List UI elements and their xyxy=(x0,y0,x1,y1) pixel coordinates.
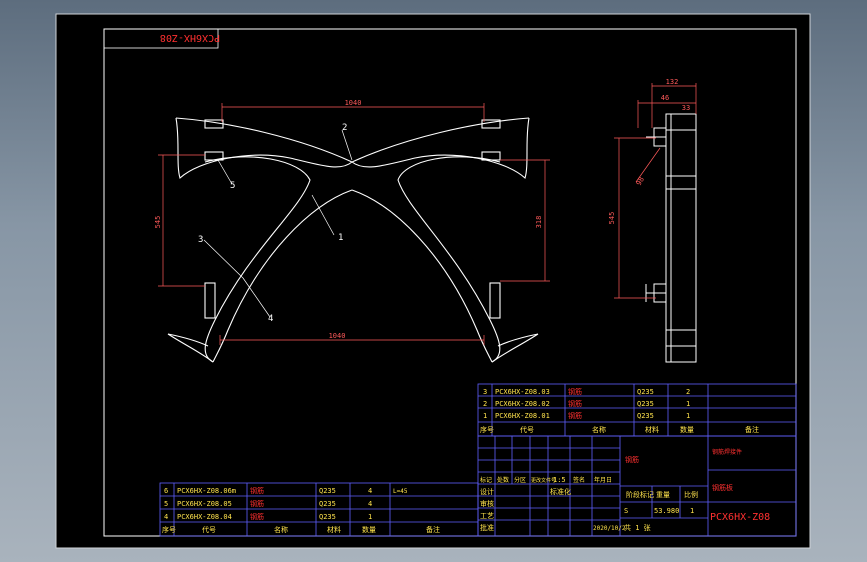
bom-l-code-4: PCX6HX-Z08.04 xyxy=(177,513,232,521)
bom-l-h-note: 备注 xyxy=(426,525,440,534)
bom-l-qty-5: 4 xyxy=(368,500,372,508)
balloon-1: 1 xyxy=(338,233,343,243)
tb-check-label: 审核 xyxy=(480,499,494,508)
bom-l-mat-4: Q235 xyxy=(319,513,336,521)
bom-u-mat-1: Q235 xyxy=(637,412,654,420)
tb-approve-label: 批准 xyxy=(480,523,494,532)
bom-l-h-no: 序号 xyxy=(162,525,176,534)
bom-l-h-mat: 材料 xyxy=(327,525,341,534)
tb-weight: 53.980 xyxy=(654,507,679,515)
bom-l-name-4: 钢筋 xyxy=(250,512,264,521)
tb-sheet-text: 共 1 张 xyxy=(624,523,651,532)
bom-u-h-mat: 材料 xyxy=(645,425,659,434)
bom-u-h-no: 序号 xyxy=(480,425,494,434)
sheet xyxy=(55,13,811,549)
bom-u-mat-3: Q235 xyxy=(637,388,654,396)
bom-u-name-3: 钢筋 xyxy=(568,387,582,396)
dim-left-height: 545 xyxy=(154,216,162,229)
bom-u-h-name: 名称 xyxy=(592,425,606,434)
bom-u-name-2: 钢筋 xyxy=(568,399,582,408)
bom-l-qty-6: 4 xyxy=(368,487,372,495)
bom-u-code-3: PCX6HX-Z08.03 xyxy=(495,388,550,396)
bom-l-note-6: L=45 xyxy=(393,488,408,495)
bom-u-no-3: 3 xyxy=(483,388,487,396)
bom-u-name-1: 钢筋 xyxy=(568,411,582,420)
tb-material: 钢筋 xyxy=(625,455,639,464)
bom-l-no-6: 6 xyxy=(164,487,168,495)
bom-l-h-name: 名称 xyxy=(274,525,288,534)
tb-sheet-count: 1 xyxy=(690,507,694,515)
dim-bottom-width: 1040 xyxy=(329,332,346,340)
bom-u-code-1: PCX6HX-Z08.01 xyxy=(495,412,550,420)
bom-u-h-note: 备注 xyxy=(745,425,759,434)
bom-u-h-code: 代号 xyxy=(520,425,534,434)
bom-u-code-2: PCX6HX-Z08.02 xyxy=(495,400,550,408)
tb-doc-label: 更改文件号 xyxy=(531,477,556,484)
tb-count-label: 处数 xyxy=(497,476,509,484)
tb-mark-label: 标记 xyxy=(480,476,492,484)
dim-side-height: 545 xyxy=(608,212,616,225)
dim-right-height: 318 xyxy=(535,216,543,229)
bom-u-no-1: 1 xyxy=(483,412,487,420)
tb-date-label: 年月日 xyxy=(594,476,612,484)
bom-u-qty-1: 1 xyxy=(686,412,690,420)
tb-designer-label: 设计 xyxy=(480,487,494,496)
tb-sheet: S xyxy=(624,507,628,515)
balloon-4: 4 xyxy=(268,314,273,324)
balloon-3: 3 xyxy=(198,235,203,245)
bom-l-no-4: 4 xyxy=(164,513,168,521)
tb-drawing-no: PCX6HX-Z08 xyxy=(710,512,770,523)
bom-l-mat-5: Q235 xyxy=(319,500,336,508)
bom-u-qty-2: 1 xyxy=(686,400,690,408)
bom-l-name-5: 钢筋 xyxy=(250,499,264,508)
tb-company: 钢筋焊接件 xyxy=(712,448,742,456)
dim-side-a: 46 xyxy=(661,94,669,102)
bom-u-mat-2: Q235 xyxy=(637,400,654,408)
bom-l-h-qty: 数量 xyxy=(362,525,376,534)
bom-u-h-qty: 数量 xyxy=(680,425,694,434)
bom-l-code-6: PCX6HX-Z08.06m xyxy=(177,487,236,495)
bom-u-qty-3: 2 xyxy=(686,388,690,396)
bom-l-h-code: 代号 xyxy=(202,525,216,534)
bom-l-code-5: PCX6HX-Z08.05 xyxy=(177,500,232,508)
tb-sign-label: 签名 xyxy=(573,476,585,484)
tb-process-label: 工艺 xyxy=(480,512,494,520)
bom-l-no-5: 5 xyxy=(164,500,168,508)
tb-stage-label: 阶段标记 xyxy=(626,490,654,499)
cad-drawing-sheet: PCX6HX-Z08 1040 1040 545 318 1 2 3 4 5 5… xyxy=(55,13,811,549)
title-stamp: PCX6HX-Z08 xyxy=(160,32,220,43)
bom-l-mat-6: Q235 xyxy=(319,487,336,495)
bom-u-no-2: 2 xyxy=(483,400,487,408)
dim-side-b: 33 xyxy=(682,104,690,112)
tb-weight-label: 重量 xyxy=(656,491,670,499)
balloon-2: 2 xyxy=(342,123,347,133)
tb-date: 2020/10/2 xyxy=(593,525,626,532)
tb-standard-label: 标准化 xyxy=(550,487,571,496)
dim-side-total: 132 xyxy=(666,78,679,86)
bom-l-qty-4: 1 xyxy=(368,513,372,521)
tb-scale-label: 比例 xyxy=(684,490,698,499)
tb-zone-label: 分区 xyxy=(514,476,526,484)
dim-top-width: 1040 xyxy=(345,99,362,107)
tb-part-name: 钢筋板 xyxy=(712,483,733,492)
balloon-5: 5 xyxy=(230,181,235,191)
bom-l-name-6: 钢筋 xyxy=(250,486,264,495)
